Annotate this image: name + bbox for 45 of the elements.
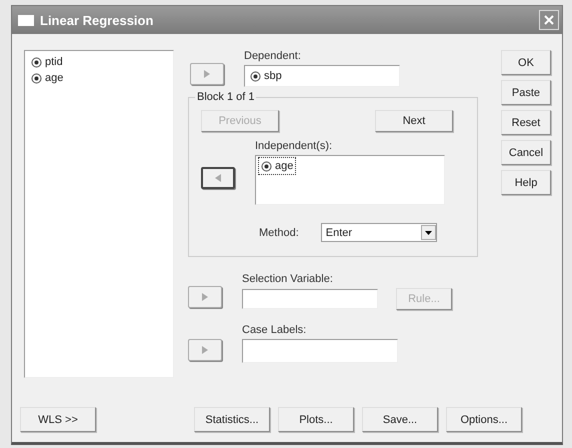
dropdown-icon bbox=[424, 230, 432, 234]
close-icon bbox=[543, 14, 555, 26]
method-label: Method: bbox=[259, 226, 299, 238]
variable-icon bbox=[250, 70, 261, 82]
case-labels-label: Case Labels: bbox=[242, 324, 308, 336]
variable-list[interactable]: ptid age bbox=[24, 50, 174, 378]
dialog-button[interactable]: OK bbox=[501, 50, 551, 75]
dialog-button[interactable]: Help bbox=[501, 170, 551, 195]
dialog-button[interactable]: Plots... bbox=[278, 407, 354, 432]
block-title: Block 1 of 1 bbox=[195, 91, 256, 103]
variable-item[interactable]: ptid bbox=[29, 54, 65, 70]
variable-icon bbox=[261, 160, 272, 172]
left-arrow-icon bbox=[215, 174, 221, 182]
variable-item[interactable]: sbp bbox=[248, 68, 284, 84]
close-button[interactable] bbox=[539, 10, 559, 30]
dialog-button[interactable]: Paste bbox=[501, 80, 551, 105]
variable-name: age bbox=[275, 160, 294, 172]
move-button[interactable] bbox=[201, 166, 235, 188]
dialog-button[interactable]: Statistics... bbox=[194, 407, 270, 432]
dialog-button[interactable]: Cancel bbox=[501, 140, 551, 165]
dialog-button[interactable]: Reset bbox=[501, 110, 551, 135]
case-labels-field[interactable] bbox=[242, 339, 398, 363]
independent-label: Independent(s): bbox=[255, 140, 334, 152]
variable-item[interactable]: age bbox=[29, 70, 66, 86]
selection-variable-field[interactable] bbox=[242, 289, 378, 309]
independent-list[interactable]: age bbox=[255, 155, 445, 205]
next-button[interactable]: Next bbox=[375, 110, 453, 132]
wls-button[interactable]: WLS >> bbox=[20, 407, 96, 432]
variable-name: age bbox=[45, 72, 64, 84]
method-dropdown[interactable]: Enter bbox=[320, 223, 437, 242]
variable-item[interactable]: age bbox=[259, 158, 296, 174]
right-arrow-icon bbox=[202, 293, 208, 301]
variable-name: sbp bbox=[264, 70, 282, 82]
dialog-button[interactable]: Save... bbox=[362, 407, 438, 432]
window-title: Linear Regression bbox=[40, 12, 154, 28]
variable-name: ptid bbox=[45, 56, 63, 68]
window-icon bbox=[18, 14, 34, 26]
right-arrow-icon bbox=[202, 346, 208, 354]
variable-icon bbox=[31, 72, 42, 84]
right-arrow-icon bbox=[204, 70, 210, 78]
dialog-button[interactable]: Options... bbox=[446, 407, 522, 432]
selection-variable-label: Selection Variable: bbox=[242, 273, 334, 285]
dependent-field[interactable]: sbp bbox=[244, 65, 400, 87]
dependent-label: Dependent: bbox=[244, 50, 302, 62]
variable-icon bbox=[31, 56, 42, 68]
